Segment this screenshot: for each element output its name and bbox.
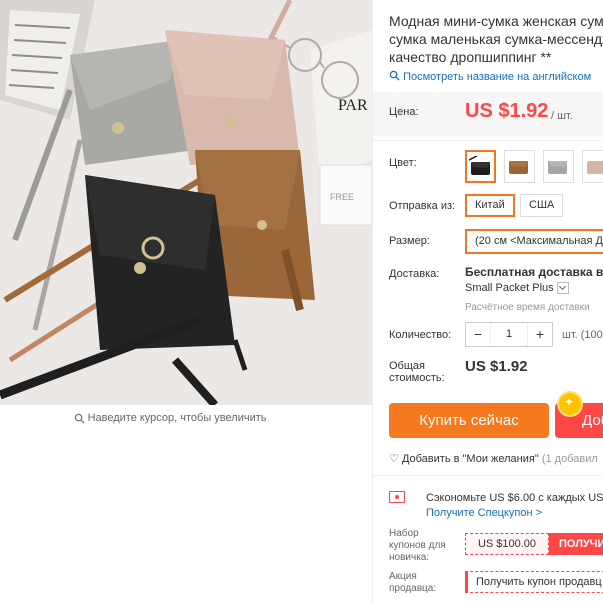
coupon-icon xyxy=(389,491,405,503)
buy-now-button[interactable]: Купить сейчас xyxy=(389,403,549,438)
price-label: Цена: xyxy=(389,106,419,118)
chevron-down-icon xyxy=(556,282,569,295)
seller-promo-label: Акция продавца: xyxy=(389,571,436,595)
delivery-free-shipping: Бесплатная доставка в Ru xyxy=(465,265,603,279)
color-label: Цвет: xyxy=(389,157,417,169)
product-title-line: качество дропшиппинг ** xyxy=(389,49,552,65)
add-to-wishlist-link[interactable]: ♡ Добавить в "Мои желания" (1 добавил xyxy=(389,452,598,465)
get-coupon-button[interactable]: ПОЛУЧИ xyxy=(549,533,603,555)
heart-icon: ♡ xyxy=(389,453,399,465)
book-text: PAR xyxy=(338,97,368,114)
color-swatch-brown[interactable] xyxy=(504,150,535,183)
quantity-decrease-button[interactable]: − xyxy=(466,323,490,346)
bag-thumbnail xyxy=(587,161,603,174)
seller-coupon-button[interactable]: Получить купон продавц xyxy=(465,571,603,593)
quantity-available: шт. (100 xyxy=(562,329,603,341)
coupon-save-text: Сэкономьте US $6.00 с каждых US $ xyxy=(426,492,603,504)
quantity-input[interactable]: 1 xyxy=(490,323,528,346)
coin-badge-icon xyxy=(559,393,581,415)
color-swatch-pink[interactable] xyxy=(582,150,603,183)
product-main-image[interactable]: PAR FREE xyxy=(0,0,372,405)
label-line: продавца: xyxy=(389,583,437,594)
delivery-label: Доставка: xyxy=(389,268,440,280)
color-swatch-black[interactable] xyxy=(465,150,496,183)
price-unit: / шт. xyxy=(551,110,573,122)
bag-thumbnail xyxy=(509,161,528,174)
wishlist-text: Добавить в "Мои желания" xyxy=(401,453,539,465)
label-line: новичка: xyxy=(389,552,430,563)
new-user-coupon-label: Набор купонов для новичка: xyxy=(389,528,446,564)
label-line: купонов для xyxy=(389,540,446,551)
search-icon xyxy=(74,413,85,424)
column-divider xyxy=(372,0,373,604)
translate-title-link[interactable]: Посмотреть название на английском xyxy=(389,70,591,83)
quantity-stepper: − 1 + xyxy=(465,322,553,347)
quantity-label: Количество: xyxy=(389,329,452,341)
quantity-increase-button[interactable]: + xyxy=(528,323,552,346)
product-title: Модная мини-сумка женская сумка сумка ма… xyxy=(389,12,603,66)
total-label: Общая стоимость: xyxy=(389,360,445,384)
total-label-line: Общая xyxy=(389,360,425,372)
ship-from-option-usa[interactable]: США xyxy=(520,194,564,217)
divider xyxy=(373,475,603,476)
new-user-coupon-amount: US $100.00 xyxy=(465,533,549,555)
bag-thumbnail xyxy=(469,156,490,175)
delivery-time: Расчётное время доставки xyxy=(465,302,590,313)
ship-from-option-china[interactable]: Китай xyxy=(465,194,515,217)
zoom-hint-text: Наведите курсор, чтобы увеличить xyxy=(87,412,267,425)
card-text: FREE xyxy=(330,192,354,202)
label-line: Набор xyxy=(389,528,419,539)
size-option[interactable]: (20 см <Максимальная Дл xyxy=(465,229,603,254)
total-label-line: стоимость: xyxy=(389,372,445,384)
divider xyxy=(373,140,603,141)
color-swatch-gray[interactable] xyxy=(543,150,574,183)
translate-title-text: Посмотреть название на английском xyxy=(403,71,592,83)
bag-thumbnail xyxy=(548,161,567,174)
shipping-method-text: Small Packet Plus xyxy=(465,282,554,294)
product-title-line: Модная мини-сумка женская сумка xyxy=(389,13,603,29)
product-title-line: сумка маленькая сумка-мессенджер xyxy=(389,31,603,47)
price-value: US $1.92 xyxy=(465,100,549,122)
shipping-method-dropdown[interactable]: Small Packet Plus xyxy=(465,282,569,295)
product-photo: PAR FREE xyxy=(0,0,372,405)
zoom-hint: Наведите курсор, чтобы увеличить xyxy=(0,412,340,424)
ship-from-label: Отправка из: xyxy=(389,200,456,212)
size-label: Размер: xyxy=(389,235,430,247)
get-special-coupon-link[interactable]: Получите Спецкупон > xyxy=(426,507,542,519)
search-icon xyxy=(389,70,400,81)
total-price: US $1.92 xyxy=(465,358,528,375)
wishlist-count: (1 добавил xyxy=(541,453,598,465)
label-line: Акция xyxy=(389,571,417,582)
